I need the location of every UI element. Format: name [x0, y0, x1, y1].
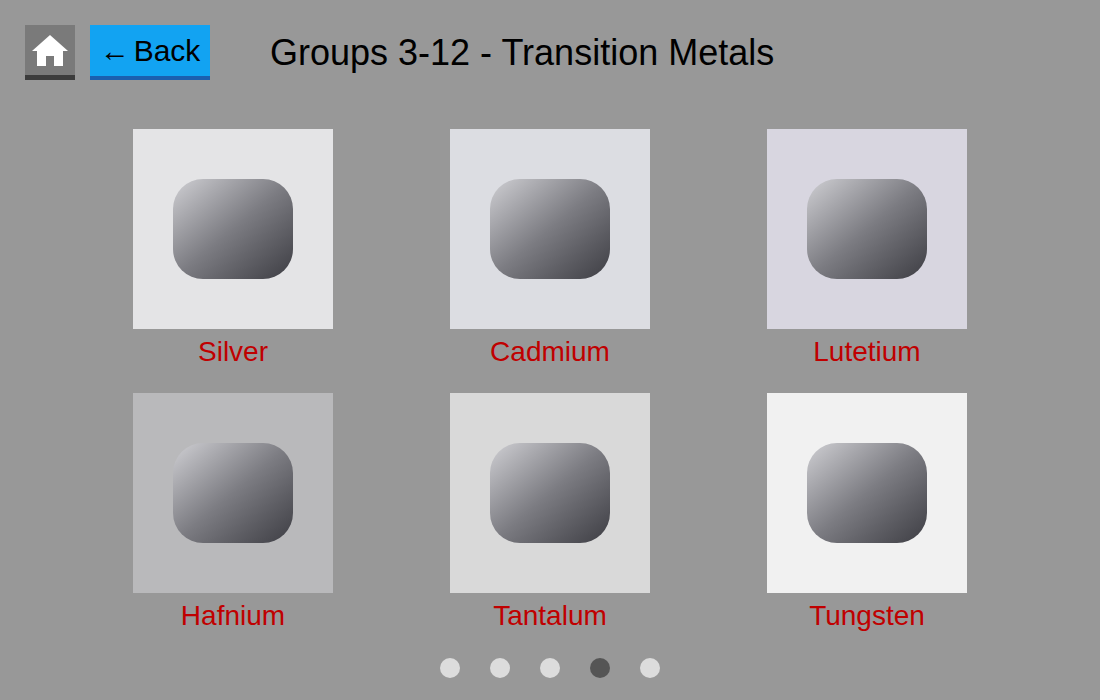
element-photo	[133, 129, 333, 329]
home-icon	[30, 32, 70, 68]
element-card[interactable]: Lutetium	[767, 129, 967, 375]
home-button[interactable]	[25, 25, 75, 80]
back-button[interactable]: ← Back	[90, 25, 210, 80]
page-dot[interactable]	[640, 658, 660, 678]
page-dot[interactable]	[540, 658, 560, 678]
back-arrow-icon: ←	[100, 28, 130, 73]
page-dot[interactable]	[590, 658, 610, 678]
page-title: Groups 3-12 - Transition Metals	[270, 25, 774, 80]
element-label: Lutetium	[813, 329, 920, 375]
element-photo	[767, 393, 967, 593]
element-label: Cadmium	[490, 329, 610, 375]
element-card[interactable]: Silver	[133, 129, 333, 375]
element-label: Silver	[198, 329, 268, 375]
page-dot[interactable]	[440, 658, 460, 678]
element-label: Tantalum	[493, 593, 607, 639]
page-dot[interactable]	[490, 658, 510, 678]
element-photo	[450, 129, 650, 329]
element-label: Hafnium	[181, 593, 285, 639]
metal-sample	[807, 443, 927, 543]
element-photo	[133, 393, 333, 593]
back-label: Back	[134, 28, 201, 73]
element-card[interactable]: Tungsten	[767, 393, 967, 639]
metal-sample	[807, 179, 927, 279]
metal-sample	[173, 443, 293, 543]
metal-sample	[173, 179, 293, 279]
element-label: Tungsten	[809, 593, 925, 639]
element-photo	[450, 393, 650, 593]
element-card[interactable]: Tantalum	[450, 393, 650, 639]
metal-sample	[490, 179, 610, 279]
element-card[interactable]: Hafnium	[133, 393, 333, 639]
metal-sample	[490, 443, 610, 543]
element-photo	[767, 129, 967, 329]
element-card[interactable]: Cadmium	[450, 129, 650, 375]
